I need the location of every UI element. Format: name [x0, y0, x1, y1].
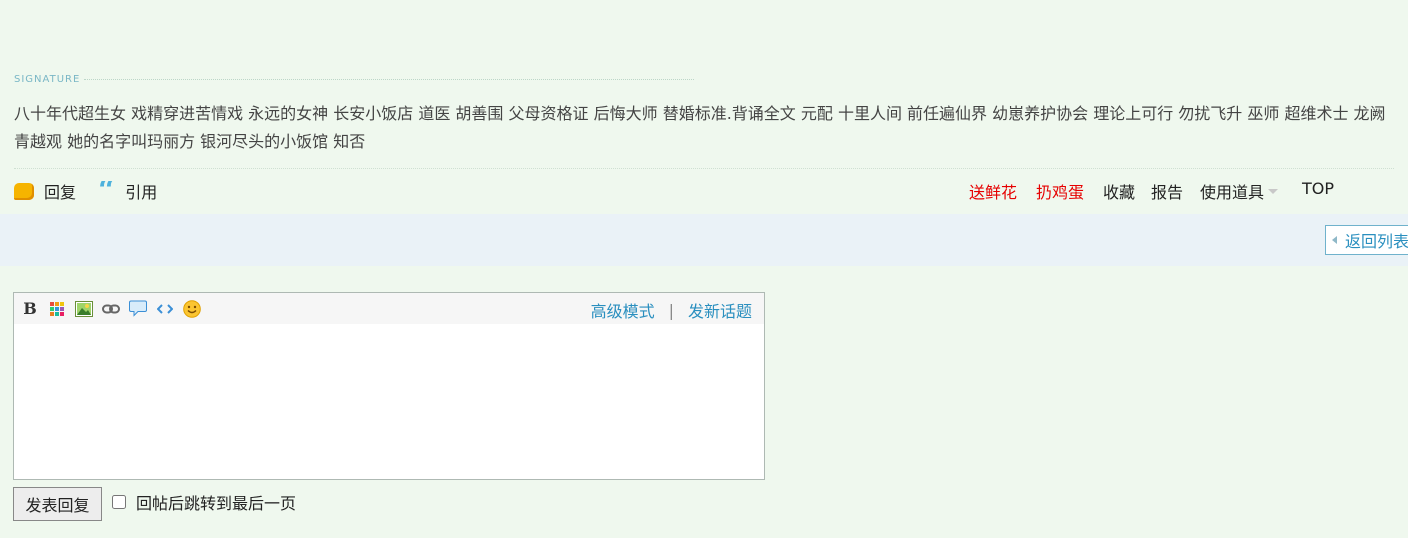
- jump-to-last-page-checkbox[interactable]: [112, 495, 126, 509]
- post-actions: 回复 “ 引用 送鲜花 扔鸡蛋 收藏 报告 使用道具 TOP: [14, 177, 1394, 205]
- use-tools-menu[interactable]: 使用道具: [1200, 179, 1279, 203]
- link-separator: |: [668, 300, 674, 320]
- signature-text: 八十年代超生女 戏精穿进苦情戏 永远的女神 长安小饭店 道医 胡善围 父母资格证…: [14, 104, 1386, 151]
- quote-icon: “: [98, 181, 116, 201]
- signature-label: SIGNATURE: [14, 73, 81, 85]
- image-icon[interactable]: [74, 299, 94, 319]
- reply-label: 回复: [44, 183, 77, 202]
- signature-divider: [84, 79, 694, 80]
- reply-editor: B 高级模式 | 发新话题: [13, 292, 765, 480]
- code-icon[interactable]: [155, 299, 175, 319]
- speech-bubble-icon: [14, 182, 34, 200]
- editor-mode-links: 高级模式 | 发新话题: [591, 298, 752, 322]
- bold-icon[interactable]: B: [20, 299, 40, 319]
- nav-band: 返回列表: [0, 214, 1408, 266]
- use-tools-label: 使用道具: [1200, 183, 1265, 202]
- link-icon[interactable]: [101, 299, 121, 319]
- top-link[interactable]: TOP: [1302, 179, 1334, 198]
- back-to-list-label: 返回列表: [1345, 232, 1408, 251]
- arrow-left-icon: [1332, 236, 1337, 244]
- signature-header: SIGNATURE: [14, 72, 694, 86]
- reply-textarea[interactable]: [14, 324, 764, 479]
- quote-button[interactable]: “ 引用: [98, 179, 157, 203]
- favorite-link[interactable]: 收藏: [1103, 179, 1135, 203]
- editor-toolbar: B 高级模式 | 发新话题: [14, 293, 764, 324]
- reply-button[interactable]: 回复: [14, 179, 76, 203]
- post-divider: [14, 168, 1394, 169]
- quote-icon[interactable]: [128, 299, 148, 319]
- new-topic-link[interactable]: 发新话题: [688, 298, 752, 322]
- post-reply-button[interactable]: 发表回复: [13, 487, 102, 521]
- advanced-mode-link[interactable]: 高级模式: [591, 298, 655, 322]
- report-link[interactable]: 报告: [1151, 179, 1183, 203]
- back-to-list-button[interactable]: 返回列表: [1325, 225, 1408, 255]
- chevron-down-icon: [1268, 188, 1279, 194]
- throw-egg-link[interactable]: 扔鸡蛋: [1036, 179, 1084, 203]
- quote-label: 引用: [125, 183, 158, 202]
- jump-to-last-page-label: 回帖后跳转到最后一页: [136, 494, 297, 513]
- color-icon[interactable]: [47, 299, 67, 319]
- reply-page: SIGNATURE 八十年代超生女 戏精穿进苦情戏 永远的女神 长安小饭店 道医…: [0, 0, 1408, 538]
- send-flower-link[interactable]: 送鲜花: [969, 179, 1017, 203]
- smiley-icon[interactable]: [182, 299, 202, 319]
- jump-to-last-page-option[interactable]: 回帖后跳转到最后一页: [112, 490, 296, 514]
